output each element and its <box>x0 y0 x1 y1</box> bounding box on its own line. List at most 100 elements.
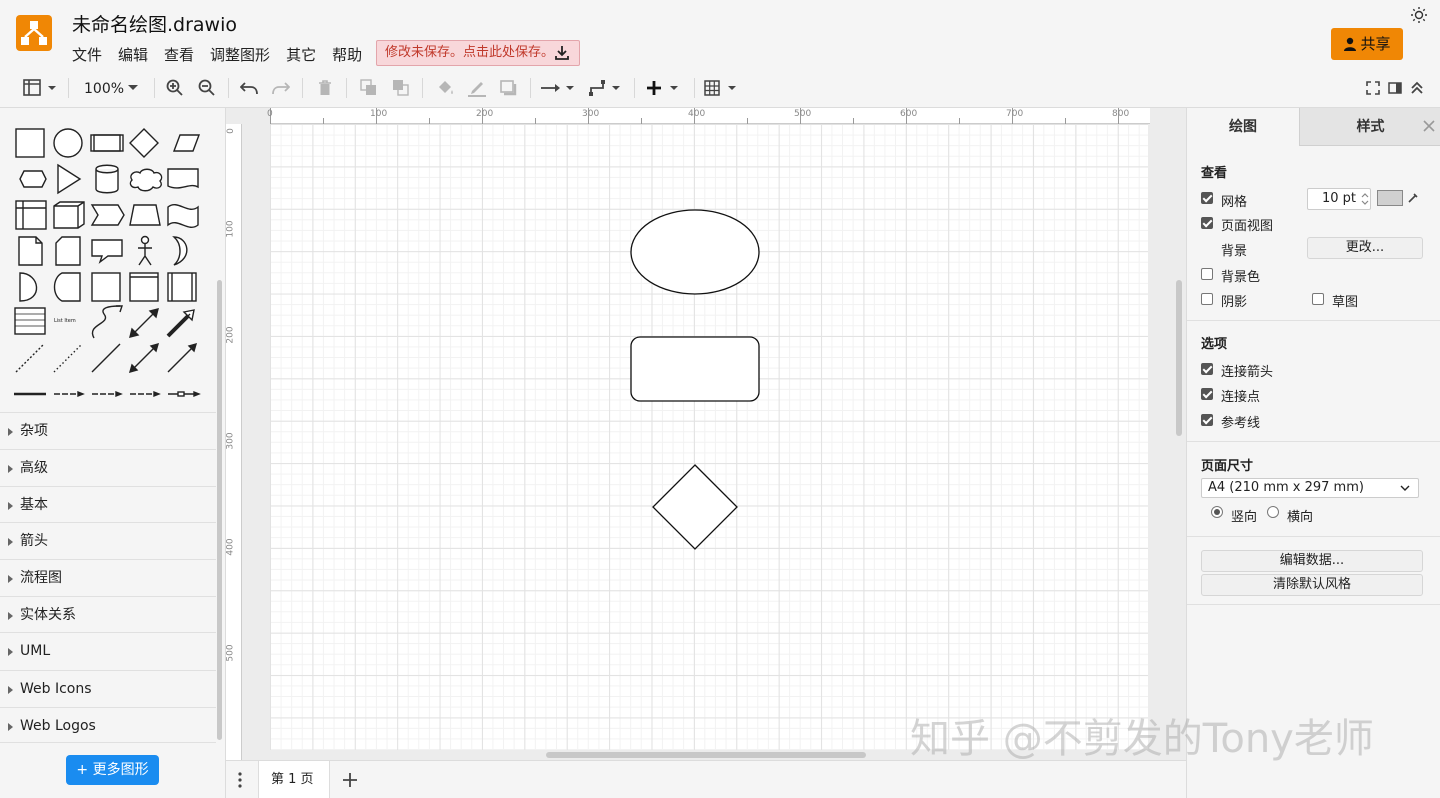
rounded-rectangle-shape[interactable] <box>630 336 760 402</box>
page-size-select[interactable]: A4 (210 mm x 297 mm) <box>1201 478 1419 498</box>
card-shape <box>55 236 81 266</box>
sidebar-right-icon <box>1388 82 1402 94</box>
menu-arrange[interactable]: 调整图形 <box>210 44 270 65</box>
triangle-shape <box>57 163 82 195</box>
page-tab-1[interactable]: 第 1 页 <box>258 761 330 798</box>
drawio-logo[interactable] <box>16 15 52 51</box>
file-title[interactable]: 未命名绘图.drawio <box>72 10 237 37</box>
category-misc[interactable]: 杂项 <box>0 412 216 448</box>
diagram-page[interactable] <box>270 124 1148 750</box>
toolbar: 100% <box>0 68 1440 108</box>
category-uml[interactable]: UML <box>0 632 216 668</box>
share-button[interactable]: 共享 <box>1331 28 1403 60</box>
menu-extras[interactable]: 其它 <box>286 44 316 65</box>
circle-shape <box>53 128 83 158</box>
shadow-checkbox[interactable] <box>1201 293 1213 305</box>
paint-bucket-icon <box>439 81 453 94</box>
connection-points-checkbox[interactable] <box>1201 388 1213 400</box>
container-shape <box>91 272 121 302</box>
trapezoid-shape <box>129 204 161 226</box>
diagram-shapes <box>630 209 760 550</box>
zoom-out-button[interactable] <box>196 76 218 100</box>
table-icon <box>704 80 736 96</box>
canvas-vertical-scrollbar[interactable] <box>1176 280 1182 436</box>
pencil-icon <box>468 82 486 97</box>
undo-button[interactable] <box>238 76 260 100</box>
category-entity-relation[interactable]: 实体关系 <box>0 596 216 632</box>
internal-storage-shape <box>15 200 47 230</box>
insert-button[interactable] <box>646 76 682 100</box>
page-view-checkbox[interactable] <box>1201 217 1213 229</box>
shapes-sidebar: List Item 杂项 高级 基本 箭头 流程图 实体关系 UML Web I… <box>0 108 226 798</box>
redo-button[interactable] <box>270 76 292 100</box>
diagram-canvas[interactable]: 0 100 200 300 400 500 600 700 800 0 100 … <box>226 108 1186 798</box>
category-flowchart[interactable]: 流程图 <box>0 559 216 595</box>
delete-button[interactable] <box>314 76 336 100</box>
ellipse-shape[interactable] <box>630 209 760 295</box>
ruler-label: 700 <box>1006 109 1024 119</box>
connection-style-button[interactable] <box>540 76 578 100</box>
zoom-level[interactable]: 100% <box>84 81 124 97</box>
more-shapes-button[interactable]: + 更多图形 <box>66 755 159 785</box>
landscape-radio[interactable] <box>1267 506 1279 518</box>
ruler-label: 100 <box>370 109 388 119</box>
canvas-horizontal-scrollbar[interactable] <box>546 752 866 758</box>
background-color-checkbox[interactable] <box>1201 268 1213 280</box>
guides-checkbox[interactable] <box>1201 414 1213 426</box>
parallelogram-shape <box>172 134 201 152</box>
sidebar-scrollbar[interactable] <box>217 280 222 740</box>
bidirectional-arrow-shape <box>129 308 159 338</box>
chevron-down-icon <box>1400 485 1410 491</box>
vertical-ruler: 0 100 200 300 400 500 <box>226 124 242 764</box>
edit-data-button[interactable]: 编辑数据... <box>1201 550 1423 572</box>
portrait-radio[interactable] <box>1211 506 1223 518</box>
toggle-format-panel-button[interactable] <box>1386 76 1404 100</box>
line-color-button[interactable] <box>466 76 488 100</box>
category-advanced[interactable]: 高级 <box>0 449 216 485</box>
category-basic[interactable]: 基本 <box>0 486 216 522</box>
menu-file[interactable]: 文件 <box>72 44 102 65</box>
shadow-button[interactable] <box>498 76 520 100</box>
collapse-toolbar-button[interactable] <box>1408 76 1426 100</box>
connection-arrows-checkbox[interactable] <box>1201 363 1213 375</box>
hexagon-shape <box>19 170 47 188</box>
process-shape <box>90 134 124 152</box>
grid-checkbox[interactable] <box>1201 192 1213 204</box>
table-button[interactable] <box>704 76 740 100</box>
format-panel-toggle[interactable] <box>22 76 58 100</box>
waypoints-button[interactable] <box>588 76 624 100</box>
tab-diagram[interactable]: 绘图 <box>1187 108 1299 146</box>
zoom-in-button[interactable] <box>164 76 186 100</box>
sketch-checkbox[interactable] <box>1312 293 1324 305</box>
sun-theme-icon[interactable] <box>1410 6 1428 24</box>
tab-style[interactable]: 样式 <box>1299 108 1440 146</box>
diamond-shape[interactable] <box>652 464 738 550</box>
eyedropper-icon[interactable] <box>1407 192 1419 204</box>
fill-color-button[interactable] <box>434 76 456 100</box>
grid-color-swatch[interactable] <box>1377 190 1403 206</box>
fullscreen-button[interactable] <box>1364 76 1382 100</box>
unsaved-changes-notice[interactable]: 修改未保存。点击此处保存。 <box>376 40 580 66</box>
menu-help[interactable]: 帮助 <box>332 44 362 65</box>
ruler-label: 0 <box>225 128 236 134</box>
change-background-button[interactable]: 更改... <box>1307 237 1423 259</box>
clear-default-style-button[interactable]: 清除默认风格 <box>1201 574 1423 596</box>
to-front-button[interactable] <box>358 76 380 100</box>
zoom-dropdown[interactable] <box>126 76 140 100</box>
to-front-icon <box>360 79 376 95</box>
category-web-logos[interactable]: Web Logos <box>0 707 216 743</box>
close-icon[interactable] <box>1423 120 1435 132</box>
category-web-icons[interactable]: Web Icons <box>0 670 216 706</box>
zoom-out-icon <box>198 79 215 96</box>
menu-view[interactable]: 查看 <box>164 44 194 65</box>
menu-edit[interactable]: 编辑 <box>118 44 148 65</box>
to-back-button[interactable] <box>390 76 412 100</box>
background-color-label: 背景色 <box>1221 270 1261 285</box>
dotted-line-shape <box>53 343 83 373</box>
page-menu-icon[interactable] <box>238 772 242 788</box>
category-arrows[interactable]: 箭头 <box>0 522 216 558</box>
add-page-icon[interactable] <box>342 772 358 788</box>
app-header: 未命名绘图.drawio 文件 编辑 查看 调整图形 其它 帮助 修改未保存。点… <box>0 0 1440 68</box>
stepper-icon[interactable] <box>1361 192 1369 206</box>
line-shape <box>91 343 121 373</box>
